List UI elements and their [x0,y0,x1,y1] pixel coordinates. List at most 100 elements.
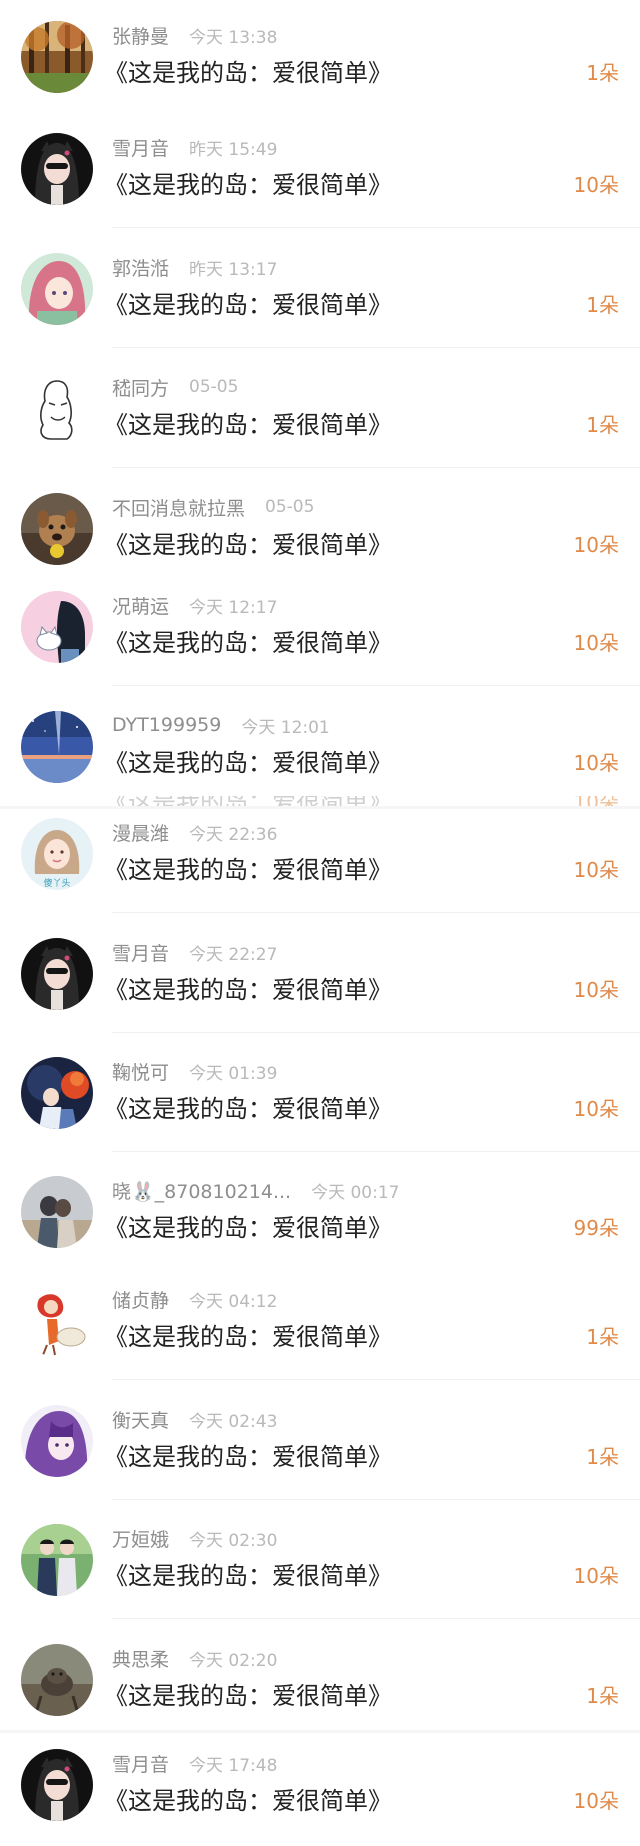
message-text: 《这是我的岛：爱很简单》 [104,411,392,439]
list-item[interactable]: 衡天真 今天 02:43 《这是我的岛：爱很简单》 1朵 [0,1403,640,1499]
anime-girl-dark-avatar [21,133,93,205]
flower-count: 1朵 [586,61,619,85]
timestamp: 今天 02:43 [189,1411,278,1432]
flower-count: 1朵 [586,1684,619,1708]
dog-avatar [21,493,93,565]
avatar[interactable] [21,711,93,783]
avatar[interactable] [21,373,93,445]
sender-name[interactable]: DYT199959 [112,714,221,736]
divider [112,1379,640,1380]
avatar[interactable] [21,1524,93,1596]
message-text: 《这是我的岛：爱很简单》 [104,171,392,199]
anime-girl-dark-avatar [21,1749,93,1821]
list-item[interactable]: 晓🐰_870810214... 今天 00:17 《这是我的岛：爱很简单》 99… [0,1174,640,1270]
list-item[interactable]: 况萌运 今天 12:17 《这是我的岛：爱很简单》 10朵 [0,589,640,685]
sender-name[interactable]: 雪月音 [112,134,169,161]
sender-name[interactable]: 漫晨潍 [112,819,169,846]
avatar[interactable] [21,133,93,205]
list-item[interactable]: 万姮娥 今天 02:30 《这是我的岛：爱很简单》 10朵 [0,1522,640,1618]
message-text: 《这是我的岛：爱很简单》 [104,1443,392,1471]
divider [112,347,640,348]
sender-name[interactable]: 典思柔 [112,1645,169,1672]
sender-name[interactable]: 鞠悦可 [112,1058,169,1085]
timestamp: 今天 12:01 [241,717,330,738]
avatar[interactable] [21,1749,93,1821]
list-item[interactable]: 嵇同方 05-05 《这是我的岛：爱很简单》 1朵 [0,371,640,467]
sender-name[interactable]: 万姮娥 [112,1525,169,1552]
sender-name[interactable]: 晓🐰_870810214... [112,1177,291,1204]
list-item[interactable]: 郭浩湉 昨天 13:17 《这是我的岛：爱很简单》 1朵 [0,251,640,347]
sender-name[interactable]: 郭浩湉 [112,254,169,281]
message-text: 《这是我的岛：爱很简单》 [104,749,392,777]
message-text: 《这是我的岛：爱很简单》 [104,1095,392,1123]
list-item[interactable]: 雪月音 今天 17:48 《这是我的岛：爱很简单》 10朵 [0,1747,640,1843]
divider [112,1618,640,1619]
message-text: 《这是我的岛：爱很简单》 [104,59,392,87]
flower-count: 10朵 [573,631,619,655]
sender-name[interactable]: 储贞静 [112,1286,169,1313]
avatar[interactable]: 傻丫头 [21,818,93,890]
sender-name[interactable]: 衡天真 [112,1406,169,1433]
flower-count: 1朵 [586,1445,619,1469]
flower-count: 1朵 [586,1325,619,1349]
avatar-caption: 傻丫头 [43,878,70,889]
list-item[interactable]: 傻丫头 漫晨潍 今天 22:36 《这是我的岛：爱很简单》 10朵 [0,816,640,912]
avatar[interactable] [21,938,93,1010]
avatar[interactable] [21,1176,93,1248]
sender-name[interactable]: 张静曼 [112,22,169,49]
flower-count: 10朵 [573,751,619,775]
flower-count: 10朵 [573,1789,619,1813]
timestamp: 今天 04:12 [189,1291,278,1312]
avatar[interactable] [21,1057,93,1129]
list-item[interactable]: 雪月音 昨天 15:49 《这是我的岛：爱很简单》 10朵 [0,131,640,227]
avatar[interactable] [21,1644,93,1716]
divider [0,806,640,809]
message-text: 《这是我的岛：爱很简单》 [104,1562,392,1590]
divider [112,227,640,228]
flower-count: 10朵 [573,1564,619,1588]
message-text: 《这是我的岛：爱很简单》 [104,629,392,657]
gift-message-list: 张静曼 今天 13:38 《这是我的岛：爱很简单》 1朵 雪月音 昨天 15:4… [0,0,640,1846]
message-text: 《这是我的岛：爱很简单》 [104,531,392,559]
autumn-forest-avatar [21,21,93,93]
sender-name[interactable]: 雪月音 [112,939,169,966]
flower-count: 10朵 [573,533,619,557]
avatar[interactable] [21,253,93,325]
flower-count: 1朵 [586,293,619,317]
sender-name[interactable]: 嵇同方 [112,374,169,401]
timestamp: 今天 02:30 [189,1530,278,1551]
avatar[interactable] [21,1285,93,1357]
divider [112,685,640,686]
cartoon-cat-avatar [21,591,93,663]
timestamp: 今天 01:39 [189,1063,278,1084]
list-item[interactable]: 雪月音 今天 22:27 《这是我的岛：爱很简单》 10朵 [0,936,640,1032]
message-text: 《这是我的岛：爱很简单》 [104,856,392,884]
list-item[interactable]: 不回消息就拉黑 05-05 《这是我的岛：爱很简单》 10朵 [0,491,640,587]
message-text: 《这是我的岛：爱很简单》 [104,976,392,1004]
timestamp: 05-05 [189,377,239,397]
anime-girl-dark-avatar [21,938,93,1010]
girl-portrait-avatar: 傻丫头 [21,818,93,890]
night-sky-avatar [21,711,93,783]
timestamp: 昨天 15:49 [189,139,278,160]
message-text: 《这是我的岛：爱很简单》 [104,291,392,319]
avatar[interactable] [21,1405,93,1477]
anime-purple-avatar [21,1405,93,1477]
list-item[interactable]: 鞠悦可 今天 01:39 《这是我的岛：爱很简单》 10朵 [0,1055,640,1151]
animal-field-avatar [21,1644,93,1716]
list-item[interactable]: DYT199959 今天 12:01 《这是我的岛：爱很简单》 10朵 [0,709,640,805]
sender-name[interactable]: 不回消息就拉黑 [112,494,245,521]
list-item[interactable]: 张静曼 今天 13:38 《这是我的岛：爱很简单》 1朵 [0,19,640,115]
list-item[interactable]: 典思柔 今天 02:20 《这是我的岛：爱很简单》 1朵 [0,1642,640,1738]
divider [112,1151,640,1152]
avatar[interactable] [21,21,93,93]
flower-count: 99朵 [573,1216,619,1240]
timestamp: 今天 00:17 [311,1182,400,1203]
list-item[interactable]: 储贞静 今天 04:12 《这是我的岛：爱很简单》 1朵 [0,1283,640,1379]
avatar[interactable] [21,591,93,663]
sender-name[interactable]: 雪月音 [112,1750,169,1777]
sender-name[interactable]: 况萌运 [112,592,169,619]
flower-count: 10朵 [573,978,619,1002]
divider [112,467,640,468]
avatar[interactable] [21,493,93,565]
